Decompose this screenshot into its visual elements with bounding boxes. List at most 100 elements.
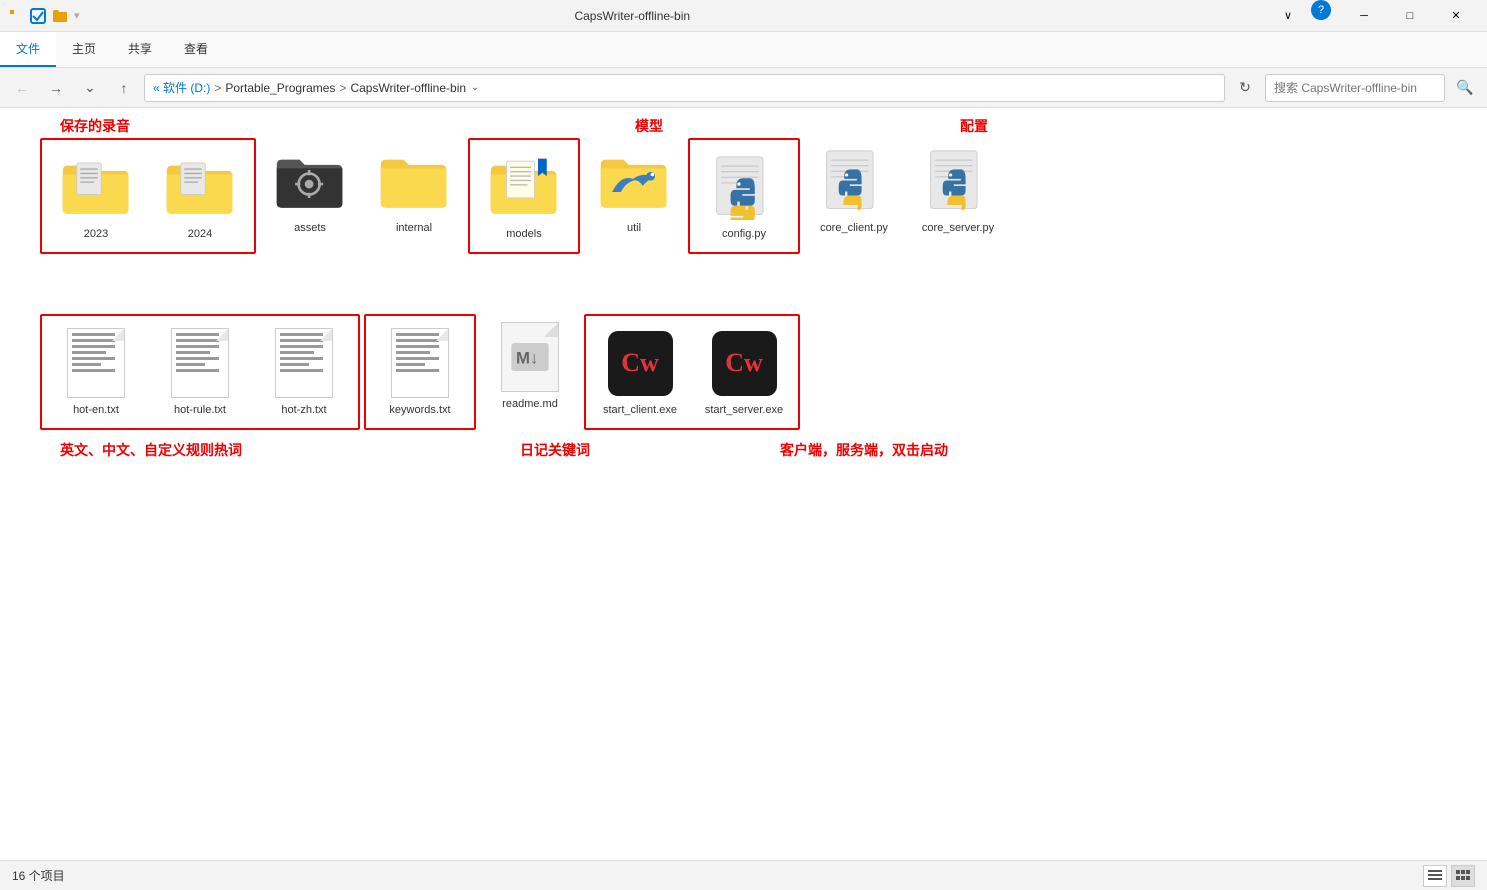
folder-icon-internal xyxy=(379,146,449,216)
folder-svg-assets xyxy=(275,150,345,212)
python-icon-core-client xyxy=(819,146,889,216)
content-area: 保存的录音 模型 配置 xyxy=(30,128,1457,510)
file-core-client[interactable]: core_client.py xyxy=(804,138,904,254)
detail-view-icon xyxy=(1456,869,1470,883)
dog-ear xyxy=(216,329,228,341)
path-dropdown-btn[interactable]: ⌄ xyxy=(466,74,484,102)
row2-container: 英文、中文、自定义规则热词 日记关键词 客户端，服务端，双击启动 xyxy=(40,314,1447,430)
txt-line xyxy=(280,345,323,348)
title-controls[interactable]: ∨ ? ─ □ ✕ xyxy=(1265,0,1479,32)
address-path[interactable]: « 软件 (D:) > Portable_Programes > CapsWri… xyxy=(144,74,1225,102)
annotation-config: 配置 xyxy=(960,116,988,136)
path-sep-2: > xyxy=(339,81,346,95)
txt-line xyxy=(176,333,219,336)
txt-line xyxy=(72,339,115,342)
file-hot-rule[interactable]: hot-rule.txt xyxy=(150,320,250,424)
forward-btn[interactable]: → xyxy=(42,74,70,102)
file-start-client[interactable]: Cw start_client.exe xyxy=(590,320,690,424)
txt-line xyxy=(176,345,219,348)
dog-ear xyxy=(544,323,558,337)
tab-home[interactable]: 主页 xyxy=(56,32,112,67)
dog-ear xyxy=(112,329,124,341)
chevron-down-btn[interactable]: ∨ xyxy=(1265,0,1311,32)
back-btn[interactable]: ← xyxy=(8,74,36,102)
close-btn[interactable]: ✕ xyxy=(1433,0,1479,32)
txt-line xyxy=(396,339,439,342)
txt-icon-hot-zh xyxy=(269,328,339,398)
journal-group: keywords.txt xyxy=(364,314,476,430)
refresh-btn[interactable]: ↻ xyxy=(1231,74,1259,102)
file-label-assets: assets xyxy=(294,222,326,234)
list-view-icon xyxy=(1428,869,1442,883)
tab-file[interactable]: 文件 xyxy=(0,32,56,67)
txt-line xyxy=(280,369,323,372)
tab-view[interactable]: 查看 xyxy=(168,32,224,67)
txt-line xyxy=(280,351,314,354)
maximize-btn[interactable]: □ xyxy=(1387,0,1433,32)
txt-line xyxy=(280,363,309,366)
file-models[interactable]: models xyxy=(474,144,574,248)
file-hot-en[interactable]: hot-en.txt xyxy=(46,320,146,424)
folder-svg-models xyxy=(489,156,559,218)
config-group: config.py xyxy=(688,138,800,254)
md-icon-readme: M↓ xyxy=(495,322,565,392)
txt-line xyxy=(176,363,205,366)
file-core-server[interactable]: core_server.py xyxy=(908,138,1008,254)
saved-recording-group: 2023 xyxy=(40,138,256,254)
file-2024[interactable]: 2024 xyxy=(150,144,250,248)
address-bar: ← → ⌄ ↑ « 软件 (D:) > Portable_Programes >… xyxy=(0,68,1487,108)
recent-btn[interactable]: ⌄ xyxy=(76,74,104,102)
annotation-hotwords: 英文、中文、自定义规则热词 xyxy=(60,440,242,460)
file-label-core-server: core_server.py xyxy=(922,222,994,234)
file-label-start-server: start_server.exe xyxy=(705,404,783,416)
cw-visual-client: Cw xyxy=(608,331,673,396)
txt-visual-hot-rule xyxy=(171,328,229,398)
file-hot-zh[interactable]: hot-zh.txt xyxy=(254,320,354,424)
search-btn[interactable]: 🔍 xyxy=(1451,74,1479,102)
model-group: models xyxy=(468,138,580,254)
path-part-3: CapsWriter-offline-bin xyxy=(350,81,466,95)
file-label-keywords: keywords.txt xyxy=(389,404,450,416)
detail-view-btn[interactable] xyxy=(1451,865,1475,887)
txt-line xyxy=(396,363,425,366)
path-part-1: « 软件 (D:) xyxy=(153,79,210,96)
minimize-btn[interactable]: ─ xyxy=(1341,0,1387,32)
file-internal[interactable]: internal xyxy=(364,138,464,254)
help-btn[interactable]: ? xyxy=(1311,0,1331,20)
file-assets[interactable]: assets xyxy=(260,138,360,254)
folder-svg-2024 xyxy=(165,156,235,218)
row1-container: 保存的录音 模型 配置 xyxy=(40,138,1447,254)
txt-line xyxy=(72,363,101,366)
cw-icon-server: Cw xyxy=(709,328,779,398)
file-keywords[interactable]: keywords.txt xyxy=(370,320,470,424)
search-input[interactable] xyxy=(1265,74,1445,102)
file-2023[interactable]: 2023 xyxy=(46,144,146,248)
file-readme-md[interactable]: M↓ readme.md xyxy=(480,314,580,430)
file-label-internal: internal xyxy=(396,222,432,234)
file-label-hot-en: hot-en.txt xyxy=(73,404,119,416)
txt-icon-hot-en xyxy=(61,328,131,398)
file-label-readme: readme.md xyxy=(502,398,558,410)
txt-line xyxy=(72,357,115,360)
folder-icon-2024 xyxy=(165,152,235,222)
md-symbol: M↓ xyxy=(511,343,549,371)
svg-text:M↓: M↓ xyxy=(516,349,538,368)
dog-ear xyxy=(436,329,448,341)
dog-ear xyxy=(320,329,332,341)
file-util[interactable]: util xyxy=(584,138,684,254)
tab-share[interactable]: 共享 xyxy=(112,32,168,67)
list-view-btn[interactable] xyxy=(1423,865,1447,887)
startup-group: Cw start_client.exe Cw start_server.exe xyxy=(584,314,800,430)
annotation-startup: 客户端，服务端，双击启动 xyxy=(780,440,948,460)
txt-line xyxy=(396,357,439,360)
file-content: 保存的录音 模型 配置 xyxy=(0,108,1487,860)
file-label-config: config.py xyxy=(722,228,766,240)
up-btn[interactable]: ↑ xyxy=(110,74,138,102)
file-start-server[interactable]: Cw start_server.exe xyxy=(694,320,794,424)
txt-line xyxy=(72,369,115,372)
folder-icon-util xyxy=(599,146,669,216)
annotation-saved-recording: 保存的录音 xyxy=(60,116,130,136)
ribbon: 文件 主页 共享 查看 xyxy=(0,32,1487,68)
file-config-py[interactable]: config.py xyxy=(694,144,794,248)
txt-visual-hot-en xyxy=(67,328,125,398)
